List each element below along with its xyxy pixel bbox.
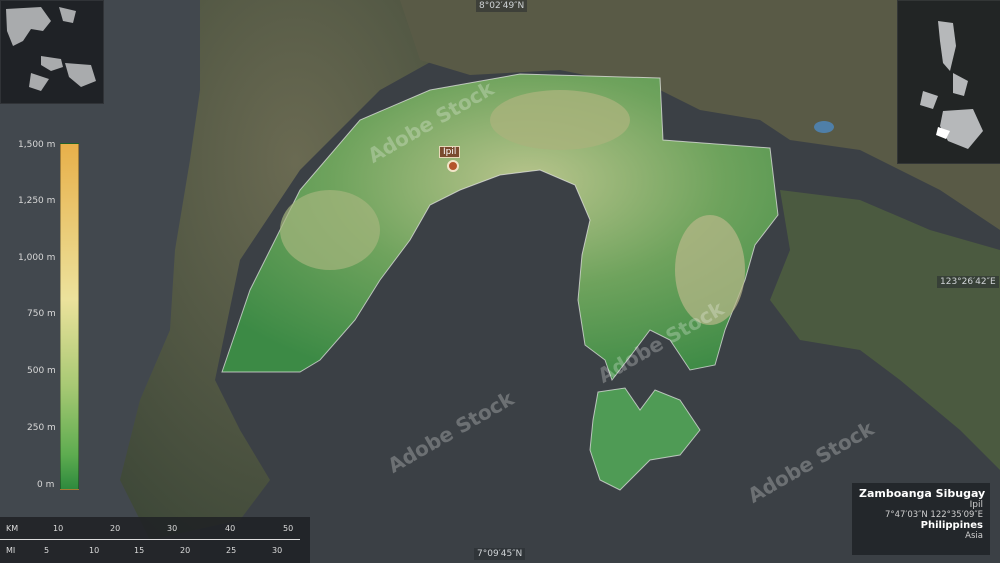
scale-km-20: 20 [110, 524, 121, 533]
info-country: Philippines [920, 520, 983, 531]
info-box: Zamboanga Sibugay Ipil 7°47′03″N 122°35′… [852, 483, 990, 555]
info-region: Zamboanga Sibugay [859, 487, 986, 500]
scale-km-unit: KM [6, 524, 19, 533]
asia-locator-shape [6, 7, 96, 91]
city-label-ipil: Ipil [439, 146, 461, 158]
city-marker-ipil[interactable] [447, 160, 459, 172]
philippines-locator-shape [920, 21, 983, 149]
scale-mi-30: 30 [272, 546, 283, 555]
coord-top: 8°02′49″N [476, 0, 528, 12]
coord-bottom: 7°09′45″N [474, 548, 526, 560]
legend-tick-1500: 1,500 m [18, 140, 56, 150]
legend-tick-250: 250 m [27, 423, 56, 433]
legend-tick-1250: 1,250 m [18, 196, 56, 206]
legend-tick-750: 750 m [27, 309, 56, 319]
info-coords: 7°47′03″N 122°35′09″E [884, 510, 983, 520]
legend-tick-500: 500 m [27, 366, 56, 376]
scale-mi-10: 10 [89, 546, 100, 555]
scale-km-30: 30 [167, 524, 178, 533]
highland-west [280, 190, 380, 270]
locator-inset-philippines [897, 0, 1000, 164]
scale-mi-unit: MI [6, 546, 16, 555]
scale-mi-20: 20 [180, 546, 191, 555]
scale-km-40: 40 [225, 524, 236, 533]
coord-right: 123°26′42″E [937, 276, 999, 288]
scale-line [0, 539, 300, 540]
watermark-id: #348754149 [0, 346, 5, 475]
scale-km-10: 10 [53, 524, 64, 533]
scale-mi-5: 5 [44, 546, 50, 555]
elevation-colorbar [60, 143, 79, 490]
lake [814, 121, 834, 133]
scale-mi-15: 15 [134, 546, 145, 555]
info-continent: Asia [965, 531, 983, 541]
locator-inset-asia [0, 0, 104, 104]
map-canvas [0, 0, 1000, 563]
highland-east [675, 215, 745, 325]
scale-mi-25: 25 [226, 546, 237, 555]
legend-tick-0: 0 m [37, 480, 55, 490]
highland-north [490, 90, 630, 150]
scale-km-50: 50 [283, 524, 294, 533]
legend-tick-1000: 1,000 m [18, 253, 56, 263]
scale-bar: KM 10 20 30 40 50 MI 5 10 15 20 25 30 [0, 517, 310, 563]
info-capital: Ipil [969, 500, 983, 510]
